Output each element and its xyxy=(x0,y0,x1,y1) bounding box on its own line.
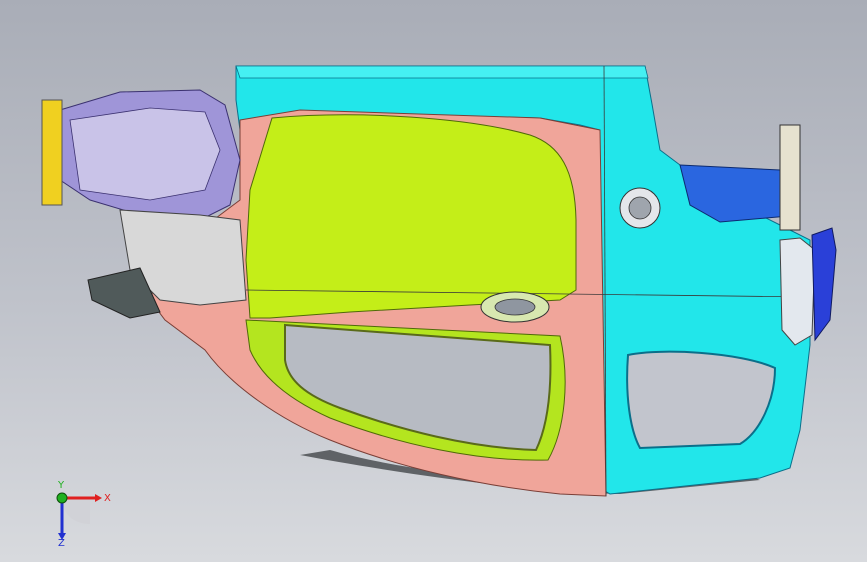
front-inner-structure xyxy=(69,107,221,201)
axis-z-label: Z xyxy=(58,538,65,548)
headlamp-bracket xyxy=(41,99,63,206)
axis-y-label: Y xyxy=(57,480,65,491)
coordinate-triad-icon: X Y Z xyxy=(56,480,111,548)
rear-pillar-post xyxy=(779,124,801,231)
axis-x-label: X xyxy=(104,493,111,504)
roof-rail xyxy=(235,65,649,79)
cad-3d-viewport[interactable]: X Y Z xyxy=(0,0,867,562)
rear-tail-lamp[interactable] xyxy=(779,237,816,346)
inner-door-panel[interactable] xyxy=(245,114,577,319)
cad-model-view[interactable] xyxy=(0,0,867,562)
door-handle-icon[interactable] xyxy=(480,291,550,323)
rear-window-opening[interactable] xyxy=(626,350,777,450)
rear-lamp-blue-housing xyxy=(811,227,837,342)
fuel-filler-door-icon[interactable] xyxy=(619,187,661,229)
